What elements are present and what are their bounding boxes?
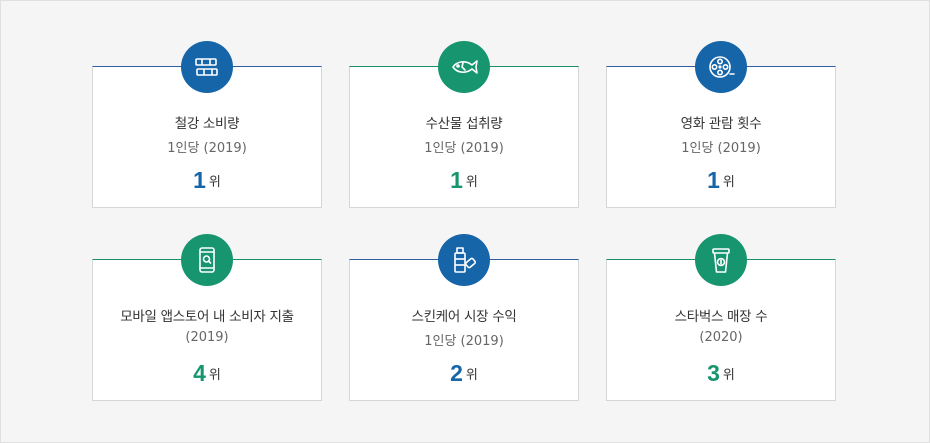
ranking-card-app-store: 모바일 앱스토어 내 소비자 지출 (2019) 4위	[92, 234, 322, 401]
rank-unit: 위	[465, 175, 478, 190]
card-title: 모바일 앱스토어 내 소비자 지출	[120, 309, 294, 325]
card-subtitle: 1인당 (2019)	[424, 334, 504, 349]
ranking-card-seafood: 수산물 섭취량 1인당 (2019) 1위	[349, 41, 579, 208]
mobile-search-icon	[181, 234, 233, 286]
card-subtitle: 1인당 (2019)	[167, 141, 247, 156]
card-subtitle: 1인당 (2019)	[424, 141, 504, 156]
steel-beam-icon	[181, 41, 233, 93]
film-reel-icon	[695, 41, 747, 93]
card-title: 영화 관람 횟수	[680, 116, 762, 132]
rank-number: 1	[707, 167, 720, 193]
rank-number: 4	[193, 360, 206, 386]
rank-unit: 위	[722, 368, 735, 383]
fish-icon	[438, 41, 490, 93]
card-title: 수산물 섭취량	[425, 116, 503, 132]
rank-value: 1위	[607, 167, 835, 194]
rank-number: 3	[707, 360, 720, 386]
card-title: 스킨케어 시장 수익	[411, 309, 517, 325]
rank-unit: 위	[208, 175, 221, 190]
rank-unit: 위	[465, 368, 478, 383]
ranking-card-starbucks: 스타벅스 매장 수 (2020) 3위	[606, 234, 836, 401]
rank-unit: 위	[722, 175, 735, 190]
rank-value: 1위	[350, 167, 578, 194]
card-title: 철강 소비량	[174, 116, 240, 132]
coffee-cup-icon	[695, 234, 747, 286]
card-subtitle: (2019)	[185, 330, 229, 345]
card-title: 스타벅스 매장 수	[674, 309, 768, 325]
rankings-panel: 철강 소비량 1인당 (2019) 1위 수산물 섭취량 1인당 (2019) …	[0, 0, 930, 443]
card-subtitle: (2020)	[699, 330, 743, 345]
rank-value: 2위	[350, 360, 578, 387]
rank-value: 4위	[93, 360, 321, 387]
rank-number: 1	[193, 167, 206, 193]
rank-value: 1위	[93, 167, 321, 194]
skincare-bottle-icon	[438, 234, 490, 286]
ranking-card-steel: 철강 소비량 1인당 (2019) 1위	[92, 41, 322, 208]
rank-value: 3위	[607, 360, 835, 387]
ranking-card-skincare: 스킨케어 시장 수익 1인당 (2019) 2위	[349, 234, 579, 401]
rank-unit: 위	[208, 368, 221, 383]
rank-number: 2	[450, 360, 463, 386]
ranking-card-movie: 영화 관람 횟수 1인당 (2019) 1위	[606, 41, 836, 208]
card-subtitle: 1인당 (2019)	[681, 141, 761, 156]
rank-number: 1	[450, 167, 463, 193]
